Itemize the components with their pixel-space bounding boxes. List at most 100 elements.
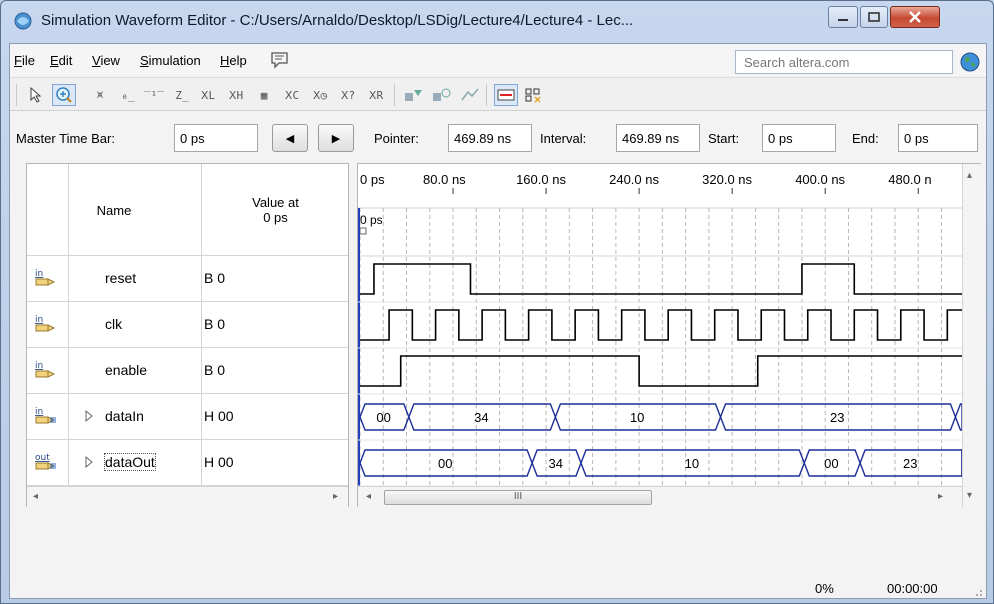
master-time-marker [359, 227, 367, 235]
name-column-header[interactable]: Name [27, 164, 201, 256]
snap-to-grid-icon[interactable] [494, 84, 518, 106]
force-unknown-icon[interactable]: ⩙ [88, 84, 112, 106]
scroll-left-arrow-icon[interactable]: ◂ [33, 491, 43, 503]
signal-name[interactable]: dataIn [105, 408, 144, 424]
signal-row[interactable]: in enable B 0 [27, 348, 348, 394]
toolbar: ⩙ ₀̲ ‾¹‾ Z̲ ⅩL ⅩH ▦ ⅩC Ⅹ◷ Ⅹ? ⅩR [10, 77, 986, 111]
resize-grip-icon[interactable] [971, 585, 983, 597]
signal-value: B 0 [204, 316, 226, 332]
master-time-bar-field[interactable]: 0 ps [174, 124, 258, 152]
scroll-right-arrow-icon[interactable]: ▸ [333, 491, 343, 503]
expand-bus-icon[interactable] [84, 409, 94, 423]
signal-row[interactable]: out dataOut H 00 [27, 440, 348, 486]
wave-scroll-left-arrow-icon[interactable]: ◂ [366, 491, 376, 503]
forcing-clock-icon[interactable]: Ⅹ◷ [308, 84, 332, 106]
interval-label: Interval: [540, 131, 587, 146]
time-tick-label: 320.0 ns [702, 172, 752, 187]
run-timing-simulation-icon[interactable] [430, 84, 454, 106]
toolbar-grip [16, 84, 17, 106]
value-column-header[interactable]: Value at 0 ps [201, 164, 349, 256]
title-bar: Simulation Waveform Editor - C:/Users/Ar… [1, 1, 993, 43]
globe-icon[interactable] [960, 52, 980, 72]
quartus-app-icon [14, 12, 32, 30]
feedback-icon[interactable] [270, 51, 290, 69]
waveform-vertical-scrollbar[interactable]: ▴ ▾ [962, 164, 981, 507]
input-pin-icon: in [35, 315, 56, 332]
svg-text:in: in [35, 361, 43, 371]
expand-bus-icon[interactable] [84, 455, 94, 469]
waveform-pane[interactable]: 0 ps 80.0 ns 160.0 ns 240.0 ns 320.0 ns 400.0… [357, 163, 981, 507]
menu-file-label: File [14, 53, 35, 68]
svg-text:in: in [35, 315, 43, 325]
signal-list-scrollbar[interactable]: ◂ ▸ [27, 486, 348, 507]
value-column-header-text: Value at 0 ps [252, 195, 299, 225]
close-button[interactable] [890, 6, 940, 28]
previous-transition-button[interactable]: ◀ [272, 124, 308, 152]
maximize-icon [868, 12, 880, 22]
signal-name[interactable]: clk [105, 316, 122, 332]
dataOut-waveform-value-label: 10 [685, 456, 699, 471]
menu-edit[interactable]: Edit [50, 53, 72, 68]
start-field: 0 ps [762, 124, 836, 152]
force-high-icon[interactable]: ‾¹‾ [142, 84, 166, 106]
application-window: Simulation Waveform Editor - C:/Users/Ar… [0, 0, 994, 604]
end-label: End: [852, 131, 879, 146]
next-transition-button[interactable]: ▶ [318, 124, 354, 152]
signal-name[interactable]: enable [105, 362, 147, 378]
svg-text:in: in [35, 407, 43, 417]
force-weak-high-icon[interactable]: ⅩH [224, 84, 248, 106]
minimize-button[interactable] [828, 6, 858, 28]
close-icon [909, 11, 921, 23]
menu-help[interactable]: Help [220, 53, 247, 68]
input-bus-icon: in [35, 407, 56, 424]
master-time-bar-label: Master Time Bar: [16, 131, 115, 146]
maximize-button[interactable] [860, 6, 888, 28]
dataOut-waveform-value-label: 00 [438, 456, 452, 471]
scroll-up-arrow-icon[interactable]: ▴ [967, 170, 977, 182]
start-label: Start: [708, 131, 740, 146]
waveform-canvas[interactable]: 0 ps 80.0 ns 160.0 ns 240.0 ns 320.0 ns 400.0… [358, 164, 962, 486]
input-pin-icon: in [35, 361, 56, 378]
signal-list-pane: Name Value at 0 ps in reset B 0 in clk B 0 in e… [26, 163, 349, 507]
zoom-tool-icon[interactable] [52, 84, 76, 106]
signal-row[interactable]: in dataIn H 00 [27, 394, 348, 440]
master-time-cursor-label: 0 ps [360, 213, 383, 227]
selection-tool-icon[interactable] [24, 84, 48, 106]
force-weak-low-icon[interactable]: ⅩL [196, 84, 220, 106]
interval-field: 469.89 ns [616, 124, 700, 152]
dataIn-waveform-value-label: 23 [830, 410, 844, 425]
signal-name[interactable]: dataOut [104, 453, 156, 471]
dataIn-waveform-value-label: 34 [474, 410, 488, 425]
force-high-impedance-icon[interactable]: Z̲ [170, 84, 194, 106]
waveform-horizontal-scrollbar[interactable]: ◂ III ▸ [358, 486, 962, 507]
scroll-down-arrow-icon[interactable]: ▾ [967, 490, 977, 502]
invert-icon[interactable]: ▦ [252, 84, 276, 106]
dataOut-waveform-value-label: 00 [824, 456, 838, 471]
arbitrary-value-icon[interactable]: Ⅹ? [336, 84, 360, 106]
scrollbar-thumb[interactable]: III [384, 490, 652, 505]
signal-row[interactable]: in clk B 0 [27, 302, 348, 348]
time-tick-label: 160.0 ns [516, 172, 566, 187]
run-functional-simulation-icon[interactable] [402, 84, 426, 106]
sort-signals-icon[interactable] [522, 84, 546, 106]
random-value-icon[interactable]: ⅩR [364, 84, 388, 106]
pointer-label: Pointer: [374, 131, 419, 146]
status-elapsed-time: 00:00:00 [887, 581, 938, 596]
count-value-icon[interactable]: ⅩC [280, 84, 304, 106]
menu-view[interactable]: View [92, 53, 120, 68]
signal-row[interactable]: in reset B 0 [27, 256, 348, 302]
svg-text:in: in [35, 269, 43, 279]
search-input[interactable]: Search altera.com [735, 50, 953, 74]
signal-table-header: Name Value at 0 ps [27, 164, 348, 256]
signal-value: B 0 [204, 362, 226, 378]
signal-value: H 00 [204, 408, 234, 424]
menu-file[interactable]: File [14, 53, 35, 68]
signal-name[interactable]: reset [105, 270, 136, 286]
force-low-icon[interactable]: ₀̲ [116, 84, 140, 106]
time-tick-label: 400.0 ns [795, 172, 845, 187]
wave-scroll-right-arrow-icon[interactable]: ▸ [938, 491, 948, 503]
end-field: 0 ps [898, 124, 978, 152]
menu-simulation[interactable]: Simulation [140, 53, 201, 68]
time-bar-row: Master Time Bar: 0 ps ◀ ▶ Pointer: 469.8… [10, 112, 986, 164]
generate-netlist-icon[interactable] [458, 84, 482, 106]
